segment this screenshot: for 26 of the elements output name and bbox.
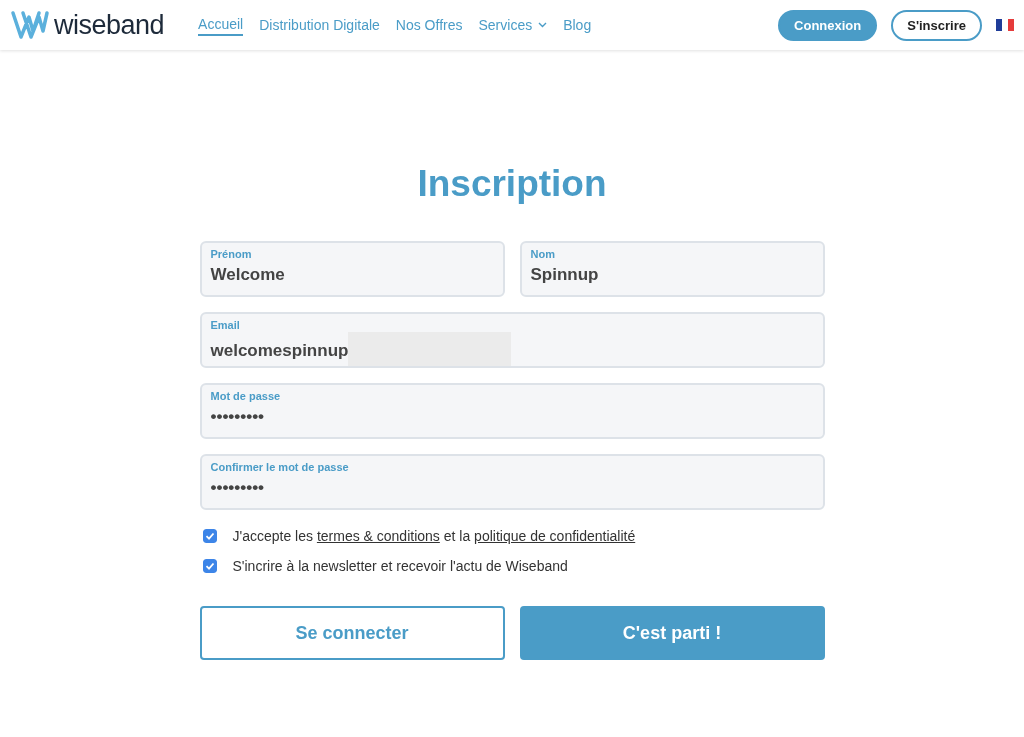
field-label: Mot de passe	[210, 390, 282, 402]
consent-text: J'accepte les termes & conditions et la politique de confidentialité	[232, 528, 636, 544]
field-value: Spinnup	[530, 265, 599, 285]
signup-button[interactable]: S'inscrire	[891, 9, 982, 41]
logo-icon	[10, 9, 50, 41]
flag-icon[interactable]	[996, 19, 1014, 31]
field-label: Nom	[530, 248, 556, 260]
field-label: Email	[210, 319, 241, 331]
input-field[interactable]: Email welcomespinnup	[199, 312, 825, 368]
text-link[interactable]: termes & conditions	[316, 528, 440, 544]
field-value: Welcome	[210, 265, 285, 285]
input-field[interactable]: Mot de passe •••••••••	[199, 383, 825, 439]
text-link[interactable]: politique de confidentialité	[474, 528, 636, 544]
input-field[interactable]: Nom Spinnup	[519, 241, 825, 297]
field-value: •••••••••	[210, 407, 265, 427]
field-label: Confirmer le mot de passe	[210, 461, 350, 473]
consent-text: S'incrire à la newsletter et recevoir l'actu de Wiseband	[232, 558, 568, 574]
checkbox[interactable]	[202, 529, 217, 543]
input-field[interactable]: Confirmer le mot de passe •••••••••	[199, 454, 825, 510]
checkbox[interactable]	[202, 559, 217, 573]
field-value: welcomespinnup	[210, 341, 349, 361]
field-value: •••••••••	[210, 478, 265, 498]
field-label: Prénom	[210, 248, 253, 260]
brand-name: wiseband	[54, 9, 165, 41]
input-field[interactable]: Prénom Welcome	[199, 241, 505, 297]
page-title: Inscription	[417, 163, 607, 205]
